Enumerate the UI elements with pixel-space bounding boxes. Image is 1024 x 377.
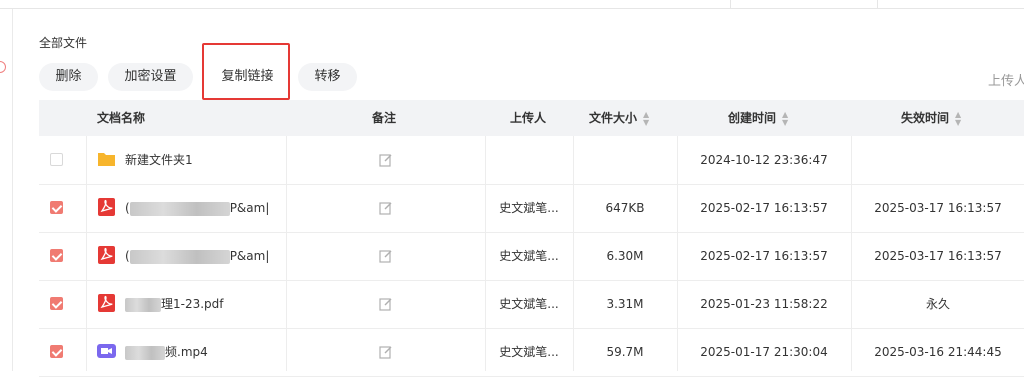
size-cell: 3.31M bbox=[606, 297, 644, 311]
size-cell bbox=[573, 136, 677, 184]
created-time-cell: 2024-10-12 23:36:47 bbox=[700, 153, 828, 167]
file-name-prefix: ( bbox=[125, 249, 130, 263]
column-header-created-label: 创建时间 bbox=[728, 111, 777, 125]
created-time-cell: 2025-02-17 16:13:57 bbox=[700, 249, 828, 263]
rail-indicator bbox=[0, 61, 6, 73]
column-divider bbox=[286, 136, 287, 371]
left-rail bbox=[0, 9, 13, 371]
uploader-filter[interactable]: 上传人 bbox=[988, 70, 1024, 89]
expire-time-cell: 永久 bbox=[925, 297, 950, 311]
edit-note-icon[interactable] bbox=[379, 344, 393, 359]
table-row[interactable]: 新建文件夹1 2024-10-12 23:36:47 bbox=[39, 136, 1024, 185]
column-header-size-label: 文件大小 bbox=[589, 111, 638, 125]
column-divider bbox=[851, 136, 852, 371]
redacted-filename bbox=[129, 249, 230, 264]
top-strip bbox=[0, 0, 1024, 9]
created-time-cell: 2025-02-17 16:13:57 bbox=[700, 201, 828, 215]
sort-caret-icon[interactable]: ▲ ▼ bbox=[782, 110, 788, 127]
row-checkbox[interactable] bbox=[50, 297, 63, 310]
file-name[interactable]: 理1-23.pdf bbox=[125, 280, 224, 328]
folder-icon bbox=[97, 150, 116, 168]
breadcrumb[interactable]: 全部文件 bbox=[39, 34, 87, 51]
edit-note-icon[interactable] bbox=[379, 296, 393, 311]
sort-caret-icon[interactable]: ▲ ▼ bbox=[955, 110, 961, 127]
uploader-cell: 史文斌笔... bbox=[499, 297, 559, 311]
column-header-created[interactable]: 创建时间 ▲ ▼ bbox=[728, 100, 788, 136]
file-name-prefix: ( bbox=[125, 201, 130, 215]
column-divider bbox=[485, 136, 486, 371]
divider bbox=[730, 0, 731, 8]
column-header-size[interactable]: 文件大小 ▲ ▼ bbox=[589, 100, 649, 136]
encrypt-settings-button[interactable]: 加密设置 bbox=[108, 63, 193, 91]
file-name-text: 频.mp4 bbox=[165, 345, 208, 359]
row-checkbox[interactable] bbox=[50, 345, 63, 358]
column-divider bbox=[573, 136, 574, 371]
video-icon bbox=[97, 342, 116, 360]
created-time-cell: 2025-01-23 11:58:22 bbox=[700, 297, 828, 311]
size-cell: 6.30M bbox=[606, 249, 644, 263]
uploader-cell: 史文斌笔... bbox=[499, 201, 559, 215]
column-header-expire[interactable]: 失效时间 ▲ ▼ bbox=[901, 100, 961, 136]
sort-caret-icon[interactable]: ▲ ▼ bbox=[643, 110, 649, 127]
pdf-icon bbox=[97, 294, 116, 312]
file-name[interactable]: 频.mp4 bbox=[125, 328, 208, 376]
file-name[interactable]: 新建文件夹1 bbox=[125, 136, 193, 184]
column-divider bbox=[677, 136, 678, 371]
redacted-filename bbox=[129, 201, 230, 216]
uploader-cell bbox=[485, 136, 573, 184]
column-header-uploader: 上传人 bbox=[510, 111, 547, 125]
table-row[interactable]: ( P&am| 史文斌笔... 6.30M 2025-02-17 16:13:57 202… bbox=[39, 232, 1024, 281]
file-name-text: P&am| bbox=[229, 249, 270, 263]
table-header: 文档名称 备注 上传人 文件大小 ▲ ▼ 创建时间 ▲ ▼ 失效时间 ▲ ▼ bbox=[39, 100, 1024, 136]
column-header-note: 备注 bbox=[372, 111, 397, 125]
size-cell: 59.7M bbox=[606, 345, 644, 359]
expire-time-cell bbox=[851, 136, 1024, 184]
column-header-name: 文档名称 bbox=[97, 111, 146, 125]
move-button[interactable]: 转移 bbox=[298, 63, 357, 91]
uploader-cell: 史文斌笔... bbox=[499, 249, 559, 263]
file-name-text: P&am| bbox=[229, 201, 270, 215]
redacted-filename bbox=[125, 297, 161, 312]
column-header-expire-label: 失效时间 bbox=[901, 111, 950, 125]
file-name[interactable]: ( P&am| bbox=[125, 184, 269, 232]
uploader-cell: 史文斌笔... bbox=[499, 345, 559, 359]
highlight-annotation-box bbox=[202, 43, 290, 100]
file-name-text: 理1-23.pdf bbox=[161, 297, 224, 311]
edit-note-icon[interactable] bbox=[379, 200, 393, 215]
edit-note-icon[interactable] bbox=[379, 248, 393, 263]
column-divider bbox=[86, 136, 87, 371]
row-checkbox[interactable] bbox=[50, 201, 63, 214]
pdf-icon bbox=[97, 198, 116, 216]
table-row[interactable]: 理1-23.pdf 史文斌笔... 3.31M 2025-01-23 11:58:22… bbox=[39, 280, 1024, 329]
created-time-cell: 2025-01-17 21:30:04 bbox=[700, 345, 828, 359]
divider bbox=[877, 0, 878, 8]
pdf-icon bbox=[97, 246, 116, 264]
delete-button[interactable]: 删除 bbox=[39, 63, 98, 91]
expire-time-cell: 2025-03-16 21:44:45 bbox=[874, 345, 1002, 359]
redacted-filename bbox=[125, 345, 165, 360]
row-checkbox[interactable] bbox=[50, 249, 63, 262]
file-name[interactable]: ( P&am| bbox=[125, 232, 269, 280]
file-name-text: 新建文件夹1 bbox=[125, 153, 193, 167]
table-row[interactable]: 频.mp4 史文斌笔... 59.7M 2025-01-17 21:30:04 2025… bbox=[39, 328, 1024, 377]
size-cell: 647KB bbox=[605, 201, 645, 215]
expire-time-cell: 2025-03-17 16:13:57 bbox=[874, 249, 1002, 263]
expire-time-cell: 2025-03-17 16:13:57 bbox=[874, 201, 1002, 215]
edit-note-icon[interactable] bbox=[379, 152, 393, 167]
row-checkbox[interactable] bbox=[50, 153, 63, 166]
table-row[interactable]: ( P&am| 史文斌笔... 647KB 2025-02-17 16:13:57 202… bbox=[39, 184, 1024, 233]
